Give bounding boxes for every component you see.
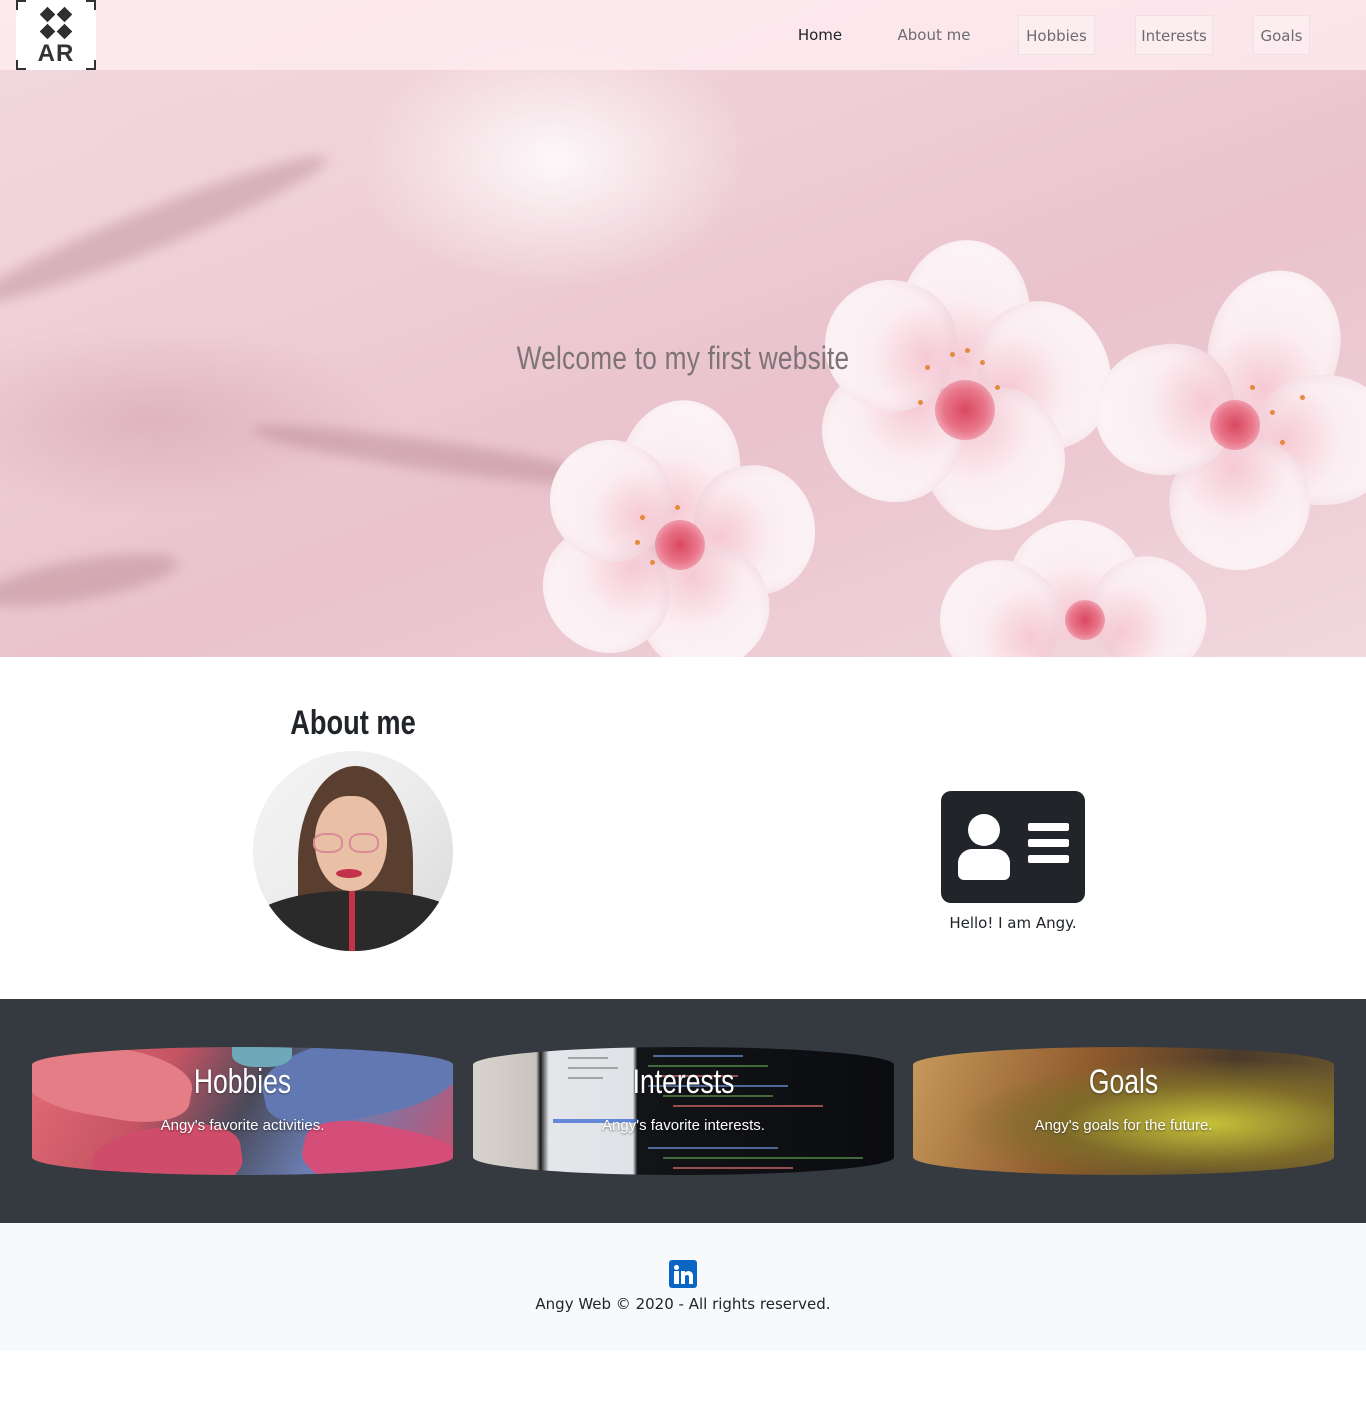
goals-card[interactable]: Goals Angy's goals for the future. bbox=[913, 1047, 1334, 1175]
logo-mark-icon bbox=[39, 6, 56, 23]
blossom-image bbox=[794, 234, 1132, 556]
logo[interactable]: AR bbox=[16, 0, 96, 70]
linkedin-icon[interactable] bbox=[669, 1260, 697, 1288]
nav-hobbies[interactable]: Hobbies bbox=[1018, 15, 1095, 55]
hobbies-card-subtitle: Angy's favorite activities. bbox=[160, 1117, 325, 1134]
id-card-icon bbox=[941, 791, 1085, 903]
interests-card[interactable]: Interests Angy's favorite interests. bbox=[473, 1047, 894, 1175]
hobbies-card-title: Hobbies bbox=[193, 1063, 292, 1101]
blossom-image bbox=[918, 520, 1228, 657]
hero-title: Welcome to my first website bbox=[516, 340, 850, 376]
interests-card-subtitle: Angy's favorite interests. bbox=[602, 1117, 765, 1134]
goals-card-subtitle: Angy's goals for the future. bbox=[1034, 1117, 1213, 1134]
navbar: AR Home About me Hobbies Interests Goals bbox=[0, 0, 1366, 70]
about-greeting: Hello! I am Angy. bbox=[949, 914, 1077, 932]
nav-interests[interactable]: Interests bbox=[1135, 15, 1213, 55]
logo-text: AR bbox=[37, 40, 75, 67]
branch-shadow bbox=[0, 140, 334, 320]
nav-goals[interactable]: Goals bbox=[1253, 15, 1310, 55]
footer: Angy Web © 2020 - All rights reserved. bbox=[0, 1223, 1366, 1351]
avatar bbox=[253, 751, 453, 951]
nav-about-me[interactable]: About me bbox=[890, 15, 978, 55]
nav-home[interactable]: Home bbox=[789, 15, 851, 55]
hero-banner: Welcome to my first website bbox=[0, 0, 1366, 657]
interests-card-title: Interests bbox=[632, 1063, 735, 1101]
hobbies-card[interactable]: Hobbies Angy's favorite activities. bbox=[32, 1047, 453, 1175]
blossom-image bbox=[517, 390, 826, 657]
blossom-image bbox=[1084, 255, 1366, 582]
footer-copyright: Angy Web © 2020 - All rights reserved. bbox=[535, 1295, 831, 1313]
goals-card-title: Goals bbox=[1088, 1063, 1159, 1101]
branch-shadow bbox=[0, 542, 182, 618]
about-title: About me bbox=[290, 704, 416, 742]
